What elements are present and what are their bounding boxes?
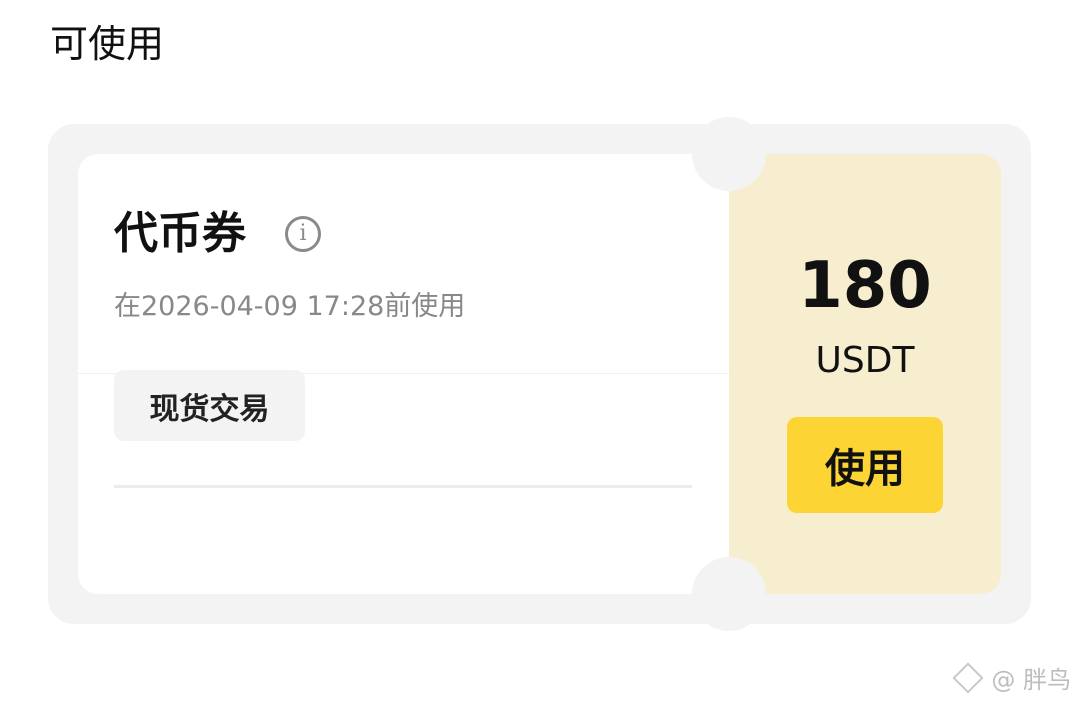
coupon-amount: 180 xyxy=(798,249,932,323)
use-button[interactable]: 使用 xyxy=(787,417,943,513)
coupon-notch-bottom xyxy=(692,557,766,631)
info-icon[interactable]: i xyxy=(285,216,321,252)
coupon-unit: USDT xyxy=(815,340,915,381)
coupon-tag: 现货交易 xyxy=(114,370,305,441)
coupon-expiry: 在2026-04-09 17:28前使用 xyxy=(114,291,466,322)
watermark-text: @ 胖鸟 xyxy=(991,666,1071,694)
watermark: @ 胖鸟 xyxy=(952,660,1071,695)
divider xyxy=(114,485,692,488)
section-title: 可使用 xyxy=(50,22,165,66)
coupon-name: 代币券 xyxy=(114,208,246,259)
coupon-notch-top xyxy=(692,117,766,191)
watermark-logo-icon xyxy=(952,661,984,694)
